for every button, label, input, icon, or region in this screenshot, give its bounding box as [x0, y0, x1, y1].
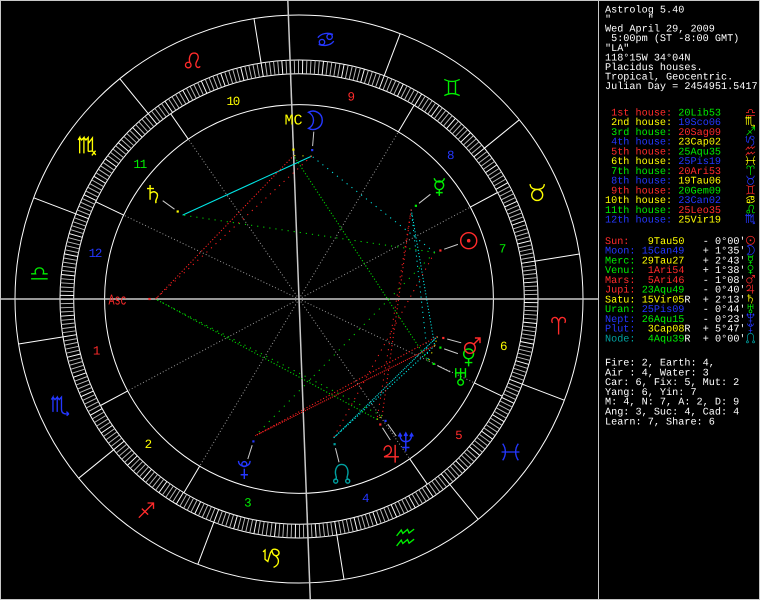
svg-text:5: 5	[455, 429, 462, 443]
svg-text:12: 12	[89, 247, 102, 261]
svg-text:7: 7	[499, 243, 506, 257]
svg-text:2: 2	[145, 438, 152, 452]
svg-text:5:00pm (ST -8:00 GMT): 5:00pm (ST -8:00 GMT)	[611, 33, 739, 45]
svg-text:Learn: 7, Share: 6: Learn: 7, Share: 6	[605, 416, 715, 428]
svg-text:11: 11	[133, 158, 146, 172]
svg-text:10: 10	[226, 95, 239, 109]
svg-text:9: 9	[348, 91, 355, 105]
svg-text:1: 1	[93, 345, 100, 359]
svg-text:MC: MC	[285, 113, 303, 130]
svg-text:Julian Day = 2454951.5417: Julian Day = 2454951.5417	[605, 81, 758, 93]
svg-text:Node:4Aqu39R+ 0°00': Node: 4Aqu39R + 0°00'	[605, 333, 746, 345]
svg-text:6: 6	[500, 340, 507, 354]
svg-text:12th house:25Vir19: 12th house: 25Vir19	[605, 215, 721, 227]
svg-text:3: 3	[244, 496, 251, 510]
svg-text:Asc: Asc	[109, 293, 127, 310]
svg-text:4: 4	[362, 492, 369, 506]
svg-text:Astrolog 5.40: Astrolog 5.40	[605, 4, 684, 16]
svg-text:8: 8	[447, 149, 454, 163]
